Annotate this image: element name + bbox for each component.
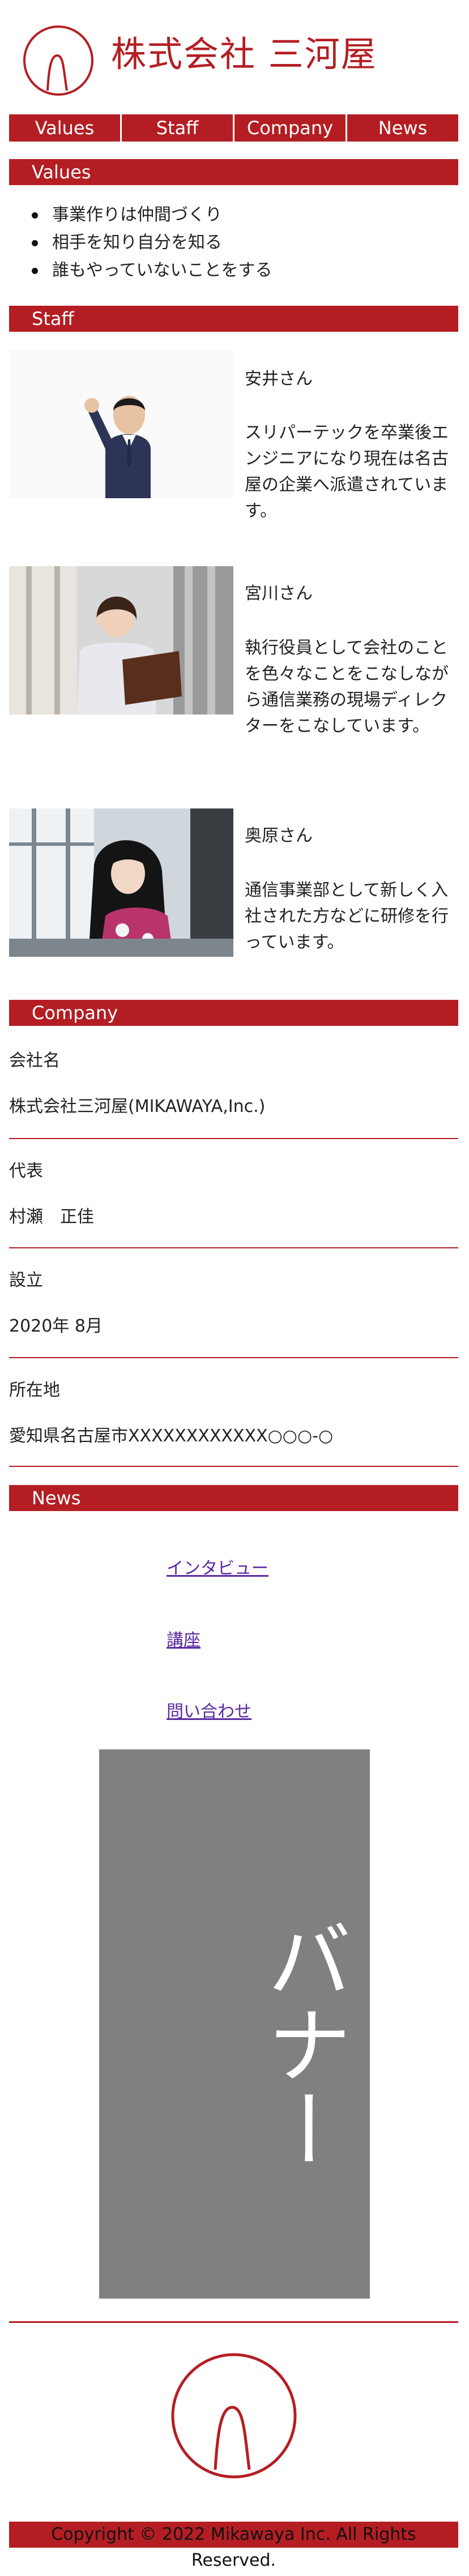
- interview-link[interactable]: インタビュー: [167, 1554, 268, 1579]
- staff-photo-yasui: [9, 350, 233, 498]
- staff-photo-miyakawa: [9, 566, 233, 714]
- company-name-value: 株式会社三河屋(MIKAWAYA,Inc.): [9, 1097, 266, 1116]
- banner[interactable]: バナー: [99, 1749, 370, 2299]
- founded-label: 設立: [9, 1270, 43, 1290]
- main-nav: Values Staff Company News: [9, 114, 458, 142]
- nav-values[interactable]: Values: [9, 114, 122, 142]
- staff-heading-bar: Staff: [9, 306, 458, 332]
- values-list: 事業作りは仲間づくり 相手を知り自分を知る 誰もやっていないことをする: [27, 201, 272, 284]
- staff-name-yasui: 安井さん: [245, 369, 313, 389]
- news-heading-bar: News: [9, 1485, 458, 1511]
- footer-divider: [9, 2321, 458, 2323]
- nav-company[interactable]: Company: [234, 114, 347, 142]
- copyright-text: Copyright © 2022 Mikawaya Inc. All Right…: [51, 2524, 416, 2570]
- staff-desc-yasui: スリパーテックを卒業後エンジニアになり現在は名古屋の企業へ派遣されています。: [245, 423, 449, 521]
- contact-link[interactable]: 問い合わせ: [167, 1697, 251, 1722]
- staff-photo-okuhara: [9, 808, 233, 957]
- logo-icon: [23, 25, 93, 96]
- divider: [9, 1466, 458, 1467]
- values-heading-bar: Values: [9, 159, 458, 185]
- company-name-label: 会社名: [9, 1051, 60, 1071]
- company-title: 株式会社 三河屋: [111, 33, 377, 75]
- footer-logo-icon: [171, 2353, 297, 2479]
- news-heading: News: [32, 1487, 81, 1509]
- staff-name-miyakawa: 宮川さん: [245, 584, 313, 604]
- values-heading: Values: [32, 161, 91, 183]
- divider: [9, 1247, 458, 1248]
- staff-desc-okuhara: 通信事業部として新しく入社された方などに研修を行っています。: [245, 880, 449, 952]
- staff-heading: Staff: [32, 308, 74, 330]
- values-item: 事業作りは仲間づくり: [27, 201, 272, 229]
- divider: [9, 1357, 458, 1358]
- nav-news[interactable]: News: [347, 114, 458, 142]
- representative-value: 村瀬 正佳: [9, 1207, 94, 1227]
- staff-name-okuhara: 奥原さん: [245, 826, 313, 846]
- course-link[interactable]: 講座: [167, 1626, 201, 1651]
- founded-value: 2020年 8月: [9, 1316, 103, 1336]
- values-item: 相手を知り自分を知る: [27, 229, 272, 256]
- nav-staff[interactable]: Staff: [122, 114, 234, 142]
- company-heading-bar: Company: [9, 1000, 458, 1026]
- divider: [9, 1138, 458, 1139]
- address-value: 愛知県名古屋市XXXXXXXXXXXX○○○-○: [9, 1426, 334, 1446]
- values-item: 誰もやっていないことをする: [27, 256, 272, 284]
- staff-desc-miyakawa: 執行役員として会社のことを色々なことをこなしながら通信業務の現場ディレクターをこ…: [245, 638, 449, 736]
- address-label: 所在地: [9, 1380, 60, 1400]
- banner-text: バナー: [253, 1916, 351, 2171]
- representative-label: 代表: [9, 1161, 43, 1181]
- company-heading: Company: [32, 1002, 118, 1024]
